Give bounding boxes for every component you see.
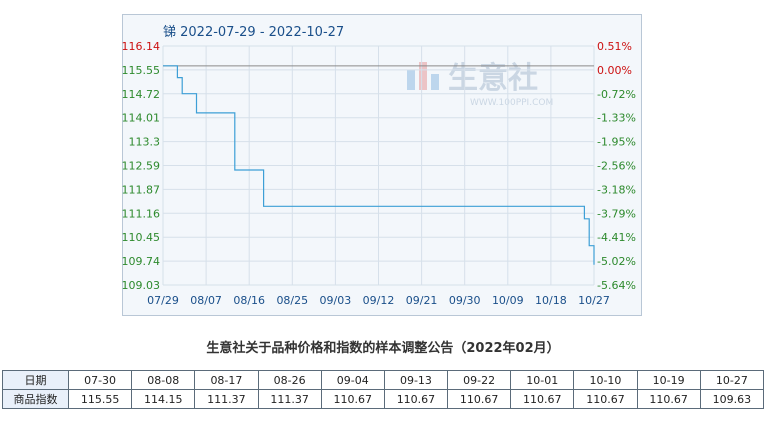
- y-tick-label-right: -3.79%: [597, 207, 636, 220]
- table-row-index: 商品指数 115.55 114.15 111.37 111.37 110.67 110.6…: [2, 389, 765, 409]
- table-cell-index: 114.15: [131, 389, 196, 409]
- watermark-bar: [407, 70, 415, 90]
- table-cell-date: 08-26: [257, 370, 322, 390]
- x-tick-label: 09/03: [320, 294, 352, 307]
- y-tick-label-right: -2.56%: [597, 160, 636, 173]
- y-tick-label-left: 111.16: [122, 207, 161, 220]
- y-tick-label-right: -3.18%: [597, 183, 636, 196]
- y-tick-label-left: 109.03: [122, 279, 161, 292]
- table-cell-date: 07-30: [67, 370, 133, 390]
- y-tick-label-right: 0.51%: [597, 40, 632, 53]
- y-tick-label-left: 116.14: [122, 40, 161, 53]
- table-cell-date: 10-27: [699, 370, 765, 390]
- y-tick-label-left: 115.55: [122, 64, 161, 77]
- price-line-chart: 锑 2022-07-29 - 2022-10-27 生意社 WWW.100PPI…: [122, 25, 636, 307]
- x-tick-label: 10/09: [492, 294, 524, 307]
- table-cell-index: 111.37: [194, 389, 259, 409]
- table-cell-date: 10-19: [636, 370, 701, 390]
- x-tick-label: 10/27: [578, 294, 610, 307]
- watermark-bar: [431, 74, 439, 90]
- table-cell-date: 09-22: [447, 370, 512, 390]
- x-tick-label: 08/16: [233, 294, 265, 307]
- y-tick-label-right: -1.33%: [597, 112, 636, 125]
- y-tick-label-right: -5.64%: [597, 279, 636, 292]
- y-tick-label-left: 111.87: [122, 183, 161, 196]
- table-cell-date: 10-10: [573, 370, 638, 390]
- watermark-url: WWW.100PPI.COM: [470, 98, 553, 108]
- y-tick-label-right: -4.41%: [597, 231, 636, 244]
- y-tick-label-left: 114.72: [122, 88, 161, 101]
- y-tick-label-right: -0.72%: [597, 88, 636, 101]
- table-cell-index: 110.67: [510, 389, 575, 409]
- table-header-index: 商品指数: [2, 389, 69, 409]
- table-cell-index: 110.67: [447, 389, 512, 409]
- table-cell-date: 10-01: [510, 370, 575, 390]
- table-row-dates: 日期 07-30 08-08 08-17 08-26 09-04 09-13 09-22 10…: [2, 370, 765, 390]
- y-tick-label-left: 113.3: [129, 136, 161, 149]
- table-cell-date: 08-08: [131, 370, 196, 390]
- x-tick-label: 10/18: [535, 294, 567, 307]
- table-cell-date: 09-04: [320, 370, 385, 390]
- y-tick-label-left: 114.01: [122, 112, 161, 125]
- y-tick-label-left: 112.59: [122, 160, 161, 173]
- x-tick-label: 09/21: [406, 294, 438, 307]
- table-cell-index: 111.37: [257, 389, 322, 409]
- x-tick-label: 08/25: [276, 294, 308, 307]
- table-cell-date: 09-13: [383, 370, 449, 390]
- table-cell-index: 110.67: [383, 389, 449, 409]
- watermark-logo: 生意社 WWW.100PPI.COM: [407, 61, 553, 108]
- y-tick-label-left: 109.74: [122, 255, 161, 268]
- table-cell-index: 109.63: [699, 389, 765, 409]
- sample-adjustment-notice[interactable]: 生意社关于品种价格和指数的样本调整公告（2022年02月）: [0, 337, 766, 356]
- table-cell-index: 115.55: [67, 389, 133, 409]
- y-tick-label-right: 0.00%: [597, 64, 632, 77]
- chart-title: 锑 2022-07-29 - 2022-10-27: [163, 25, 344, 40]
- table-cell-index: 110.67: [320, 389, 385, 409]
- x-tick-label: 07/29: [147, 294, 179, 307]
- index-table: 日期 07-30 08-08 08-17 08-26 09-04 09-13 09-22 10…: [2, 370, 765, 409]
- y-tick-label-left: 110.45: [122, 231, 161, 244]
- x-tick-label: 09/30: [449, 294, 481, 307]
- y-tick-label-right: -1.95%: [597, 136, 636, 149]
- table-cell-date: 08-17: [194, 370, 259, 390]
- x-tick-label: 08/07: [190, 294, 222, 307]
- table-cell-index: 110.67: [573, 389, 638, 409]
- x-tick-label: 09/12: [363, 294, 395, 307]
- y-tick-label-right: -5.02%: [597, 255, 636, 268]
- table-cell-index: 110.67: [636, 389, 701, 409]
- table-header-date: 日期: [2, 370, 69, 390]
